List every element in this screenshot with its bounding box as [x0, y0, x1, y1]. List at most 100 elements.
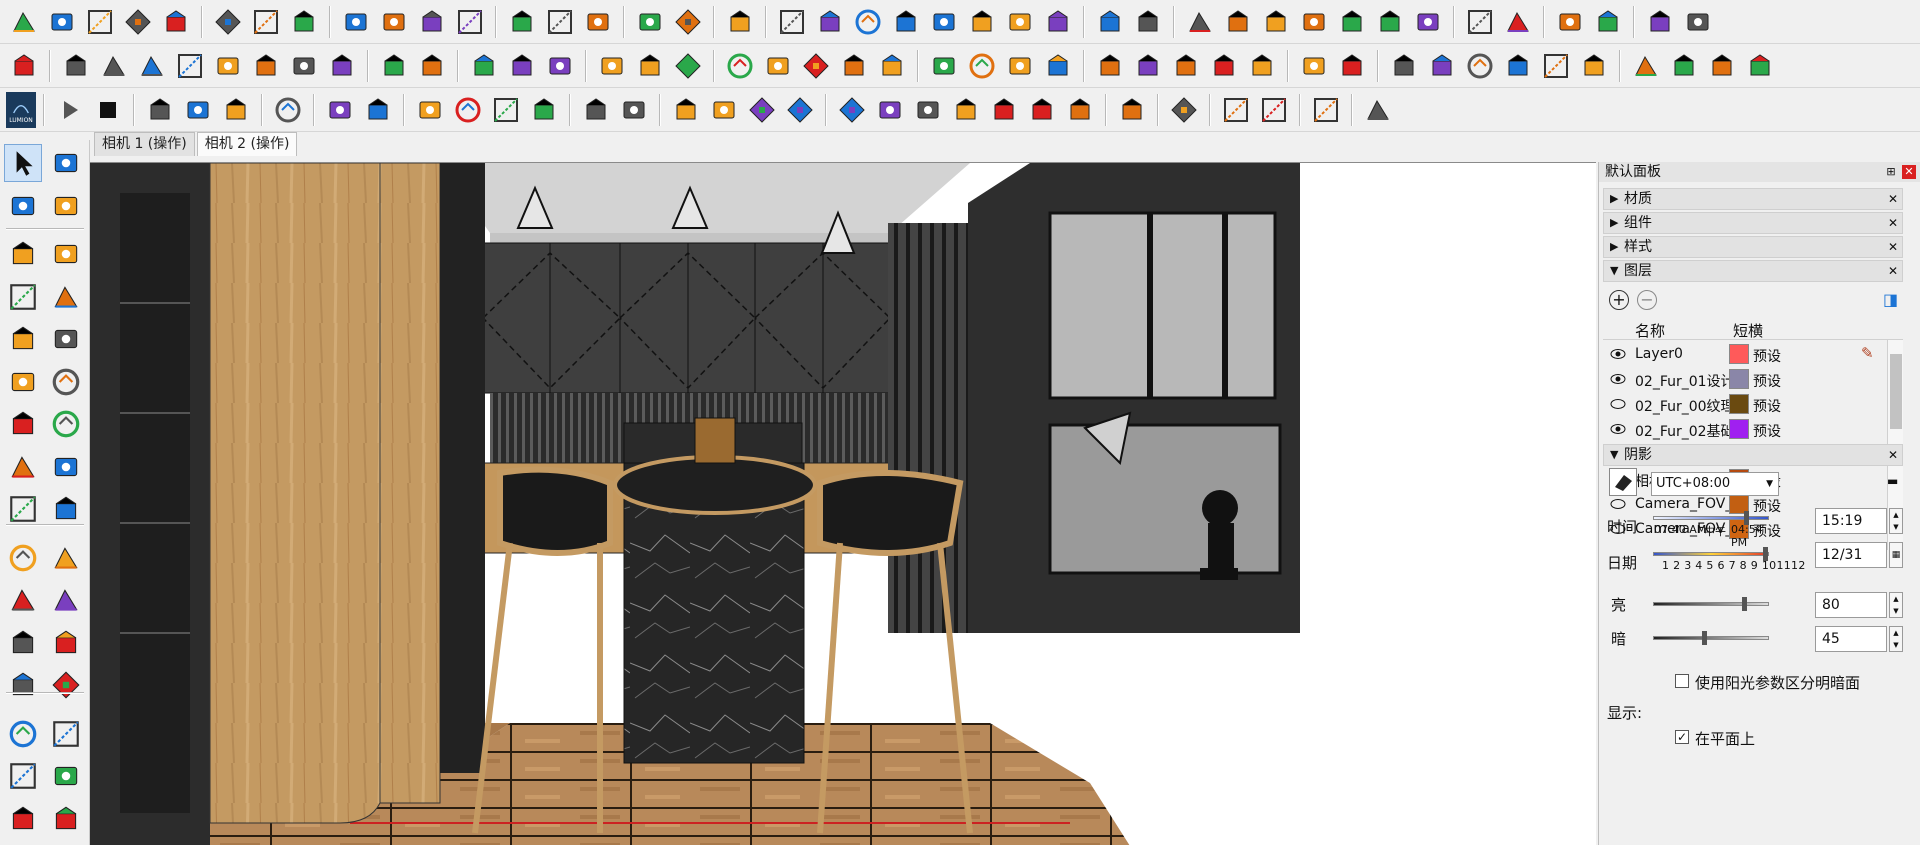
protractor-icon[interactable]: [4, 624, 42, 662]
red-stamp-icon[interactable]: [6, 48, 42, 84]
component-box-icon[interactable]: [47, 144, 85, 182]
push-blue-icon[interactable]: [850, 4, 886, 40]
panel-styles[interactable]: ▶ 样式 ✕: [1603, 236, 1903, 258]
eraser-icon[interactable]: [47, 187, 85, 225]
split-v-icon[interactable]: [594, 48, 630, 84]
check-flag-icon[interactable]: [1218, 92, 1254, 128]
x-box-icon[interactable]: [670, 48, 706, 84]
position-camera-icon[interactable]: [47, 800, 85, 838]
line-point-icon[interactable]: [632, 4, 668, 40]
black-red-icon[interactable]: [414, 48, 450, 84]
railing-icon[interactable]: [1680, 4, 1716, 40]
move-line-icon[interactable]: [542, 4, 578, 40]
timezone-select[interactable]: UTC+08:00 ▼: [1651, 472, 1779, 496]
vray-icon[interactable]: [412, 92, 448, 128]
date-slider[interactable]: [1653, 547, 1769, 561]
scene-tab-camera-1[interactable]: 相机 1 (操作): [94, 132, 195, 156]
move-icon[interactable]: [4, 448, 42, 486]
tag-row[interactable]: Layer0 预设 ✎: [1603, 342, 1893, 367]
arrow-left-icon[interactable]: [1206, 48, 1242, 84]
tag-color-swatch[interactable]: [1729, 394, 1749, 414]
rect-frame2-icon[interactable]: [96, 48, 132, 84]
triangle-icon[interactable]: [722, 4, 758, 40]
frame-cloud-icon[interactable]: [744, 92, 780, 128]
grid-icon[interactable]: [760, 48, 796, 84]
lumion-icon[interactable]: LUMION: [6, 92, 36, 128]
panel-icon[interactable]: [1538, 48, 1574, 84]
dark-field[interactable]: 45: [1815, 626, 1887, 652]
eye-icon[interactable]: [1610, 371, 1626, 387]
pie-icon[interactable]: [4, 405, 42, 443]
shelf-red-icon[interactable]: [1360, 92, 1396, 128]
tape-measure-icon[interactable]: [4, 581, 42, 619]
teapot-hand-icon[interactable]: [488, 92, 524, 128]
eye-icon[interactable]: [1610, 346, 1626, 362]
scale-points-icon[interactable]: [580, 4, 616, 40]
frame-red2-icon[interactable]: [248, 48, 284, 84]
fire-icon[interactable]: [1704, 48, 1740, 84]
x-flag-icon[interactable]: [1256, 92, 1292, 128]
sun-light-icon[interactable]: [986, 92, 1022, 128]
face-gear-icon[interactable]: [774, 4, 810, 40]
pointer-sparkle-icon[interactable]: [360, 92, 396, 128]
cylinder-icon[interactable]: [1258, 4, 1294, 40]
date-field[interactable]: 12/31: [1815, 542, 1887, 568]
crop-icon[interactable]: [1462, 4, 1498, 40]
panel-tags[interactable]: ▼ 图层 ✕: [1603, 260, 1903, 282]
close-icon[interactable]: ✕: [1902, 165, 1916, 179]
light-box-icon[interactable]: [578, 92, 614, 128]
split-h-icon[interactable]: [632, 48, 668, 84]
select-icon[interactable]: [4, 144, 42, 182]
time-slider[interactable]: [1653, 511, 1769, 525]
dark-slider[interactable]: [1653, 631, 1769, 645]
eye-icon[interactable]: [1610, 421, 1626, 437]
eraser-line-icon[interactable]: [1372, 4, 1408, 40]
panel-materials[interactable]: ▶ 材质 ✕: [1603, 188, 1903, 210]
scene-tab-camera-2[interactable]: 相机 2 (操作): [196, 132, 298, 156]
close-panel-icon[interactable]: ✕: [1888, 189, 1898, 209]
video-icon[interactable]: [180, 92, 216, 128]
info-icon[interactable]: [452, 4, 488, 40]
brick-icon[interactable]: [270, 92, 306, 128]
bars-red-icon[interactable]: [722, 48, 758, 84]
refresh-icon[interactable]: [44, 4, 80, 40]
tag-color-swatch[interactable]: [1729, 419, 1749, 439]
dimension-icon[interactable]: [1130, 4, 1166, 40]
ruler-icon[interactable]: [1092, 4, 1128, 40]
table-icon[interactable]: [286, 48, 322, 84]
play-icon[interactable]: [52, 92, 88, 128]
time-field[interactable]: 15:19: [1815, 508, 1887, 534]
close-panel-icon[interactable]: ✕: [1888, 261, 1898, 281]
push-pull-icon[interactable]: [47, 448, 85, 486]
pencil-icon[interactable]: [4, 235, 42, 273]
details-icon[interactable]: ◨: [1883, 290, 1903, 310]
axes-icon[interactable]: [4, 666, 42, 704]
close-panel-icon[interactable]: ✕: [1888, 237, 1898, 257]
frame-teapot-icon[interactable]: [706, 92, 742, 128]
panel-components[interactable]: ▶ 组件 ✕: [1603, 212, 1903, 234]
photo-icon[interactable]: [158, 4, 194, 40]
download-orange-icon[interactable]: [1628, 48, 1664, 84]
circle-icon[interactable]: [4, 320, 42, 358]
light-box-off-icon[interactable]: [616, 92, 652, 128]
step2-icon[interactable]: [172, 48, 208, 84]
bars-icon[interactable]: [798, 48, 834, 84]
hatch-v-icon[interactable]: [542, 48, 578, 84]
zoom-extents-icon[interactable]: [4, 800, 42, 838]
teapot-icon[interactable]: [450, 92, 486, 128]
paint-icon[interactable]: [1296, 4, 1332, 40]
dome-light-icon[interactable]: [1024, 92, 1060, 128]
edit-path-icon[interactable]: [1590, 4, 1626, 40]
slider-thumb[interactable]: [1702, 631, 1708, 645]
door-icon[interactable]: [1552, 4, 1588, 40]
ruler-red-icon[interactable]: [1296, 48, 1332, 84]
light-spinner-icon[interactable]: ▲ ▼: [1889, 592, 1903, 618]
speaker-icon[interactable]: [338, 4, 374, 40]
rotated-rect-icon[interactable]: [47, 278, 85, 316]
paint-bucket-icon[interactable]: [4, 187, 42, 225]
sliders-icon[interactable]: [376, 4, 412, 40]
dark-spinner-icon[interactable]: ▲ ▼: [1889, 626, 1903, 652]
push-up-icon[interactable]: [812, 4, 848, 40]
add-tag-icon[interactable]: +: [1609, 290, 1629, 310]
light-slider[interactable]: [1653, 597, 1769, 611]
